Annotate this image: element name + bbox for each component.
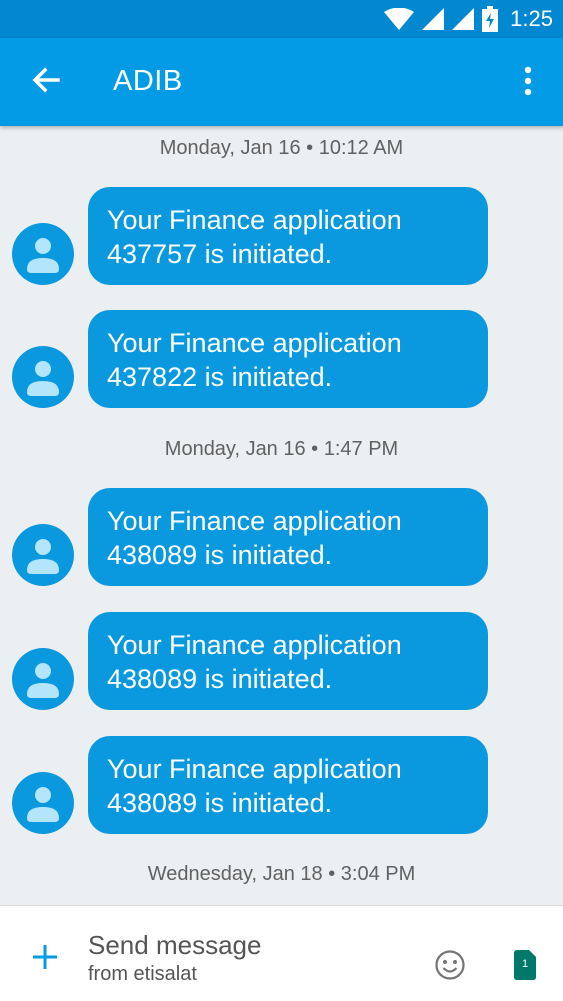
message-row: Your Finance application 437757 is initi…	[0, 186, 563, 286]
wifi-icon	[384, 8, 415, 30]
sim-card-label: 1	[521, 958, 529, 970]
timestamp-divider: Wednesday, Jan 18 • 3:04 PM	[147, 863, 416, 885]
battery-charging-icon	[482, 6, 499, 32]
avatar-icon	[27, 663, 59, 698]
message-composer: Send message from etisalat 1	[0, 905, 563, 1001]
back-arrow-icon[interactable]	[24, 58, 68, 102]
avatar[interactable]	[12, 223, 74, 285]
status-icons: 1:25	[384, 0, 553, 38]
conversation-title: ADIB	[113, 65, 183, 97]
message-text-line: Your Finance application	[107, 754, 402, 784]
message-text-line: 438089 is initiated.	[107, 540, 333, 570]
message-text-line: Your Finance application	[107, 630, 402, 660]
emoji-icon[interactable]	[434, 949, 466, 981]
message-row: Your Finance application 438089 is initi…	[0, 487, 563, 587]
message-row: Your Finance application 437822 is initi…	[0, 309, 563, 409]
message-text-line: 437822 is initiated.	[107, 362, 333, 392]
avatar[interactable]	[12, 524, 74, 586]
send-message-input[interactable]: Send message	[88, 930, 261, 961]
message-text-line: Your Finance application	[107, 205, 402, 235]
status-time: 1:25	[510, 6, 553, 31]
timestamp-divider: Monday, Jan 16 • 1:47 PM	[164, 438, 399, 460]
add-icon[interactable]	[30, 942, 60, 972]
avatar-icon	[27, 361, 59, 396]
signal-icon	[452, 8, 475, 30]
avatar-icon	[27, 238, 59, 273]
status-bar: 1:25	[0, 0, 563, 38]
avatar-icon	[27, 539, 59, 574]
message-bubble[interactable]: Your Finance application 438089 is initi…	[88, 612, 488, 710]
avatar[interactable]	[12, 772, 74, 834]
message-text-line: Your Finance application	[107, 328, 402, 358]
message-text-line: Your Finance application	[107, 506, 402, 536]
message-text-line: 438089 is initiated.	[107, 788, 333, 818]
avatar[interactable]	[12, 346, 74, 408]
more-vert-icon[interactable]	[510, 60, 546, 104]
signal-icon	[422, 8, 445, 30]
app-bar: ADIB	[0, 38, 563, 126]
message-row: Your Finance application 438089 is initi…	[0, 735, 563, 835]
avatar-icon	[27, 787, 59, 822]
message-bubble[interactable]: Your Finance application 438089 is initi…	[88, 736, 488, 834]
avatar[interactable]	[12, 648, 74, 710]
sender-subtitle: from etisalat	[88, 963, 197, 985]
timestamp-divider: Monday, Jan 16 • 10:12 AM	[159, 137, 404, 159]
message-text-line: 438089 is initiated.	[107, 664, 333, 694]
message-bubble[interactable]: Your Finance application 437757 is initi…	[88, 187, 488, 285]
message-text-line: 437757 is initiated.	[107, 239, 333, 269]
message-row: Your Finance application 438089 is initi…	[0, 611, 563, 711]
message-bubble[interactable]: Your Finance application 437822 is initi…	[88, 310, 488, 408]
sim-card-icon[interactable]: 1	[514, 950, 536, 980]
message-bubble[interactable]: Your Finance application 438089 is initi…	[88, 488, 488, 586]
